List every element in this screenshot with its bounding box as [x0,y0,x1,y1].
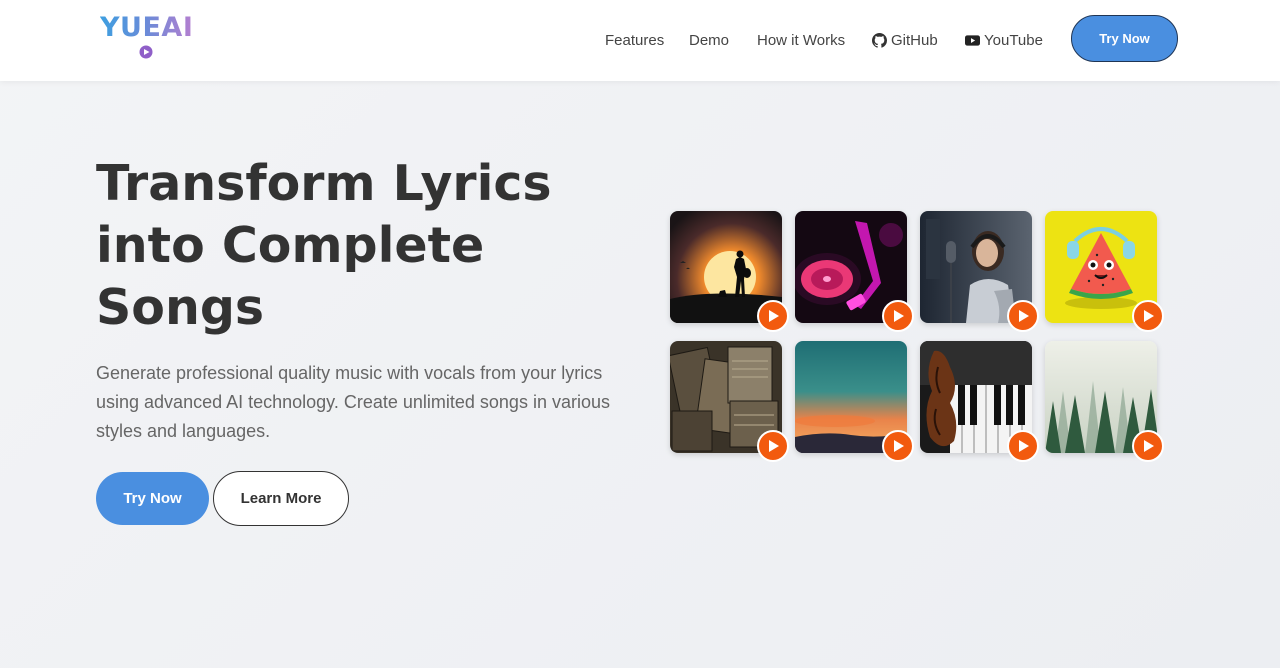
hero-learn-more-button[interactable]: Learn More [213,471,349,526]
play-icon [769,440,779,452]
nav-how-it-works[interactable]: How it Works [757,30,845,50]
play-button-1[interactable] [757,300,789,332]
play-icon [769,310,779,322]
hero-subtitle: Generate professional quality music with… [96,363,610,441]
nav-youtube-label: YouTube [984,31,1043,49]
brand-logo[interactable]: YUEAI [100,12,194,62]
play-button-6[interactable] [882,430,914,462]
play-button-5[interactable] [757,430,789,462]
nav-youtube[interactable]: YouTube [965,30,1043,50]
play-icon [1144,310,1154,322]
play-icon [1144,440,1154,452]
hero-try-now-button[interactable]: Try Now [96,472,209,525]
brand-name: YUEAI [100,12,194,43]
hero-title: Transform Lyrics into Complete Songs [96,155,552,336]
play-icon [894,440,904,452]
soundwave-logo-icon [102,45,190,59]
header-try-now-button[interactable]: Try Now [1071,15,1178,62]
site-header: YUEAI Features Demo How it Works GitHub … [0,0,1280,81]
nav-features[interactable]: Features [605,30,664,50]
nav-how-it-works-label: How it Works [757,31,846,49]
play-button-2[interactable] [882,300,914,332]
play-icon [1019,310,1029,322]
song-gallery [670,211,1170,462]
nav-demo[interactable]: Demo [689,30,729,50]
nav-github[interactable]: GitHub [872,30,938,50]
nav-github-label: GitHub [891,31,938,49]
nav-features-label: Features [605,31,665,49]
play-icon [1019,440,1029,452]
github-icon [872,32,887,48]
play-button-4[interactable] [1132,300,1164,332]
youtube-icon [965,34,980,46]
play-button-3[interactable] [1007,300,1039,332]
play-button-8[interactable] [1132,430,1164,462]
play-button-7[interactable] [1007,430,1039,462]
play-icon [894,310,904,322]
nav-demo-label: Demo [689,31,730,49]
